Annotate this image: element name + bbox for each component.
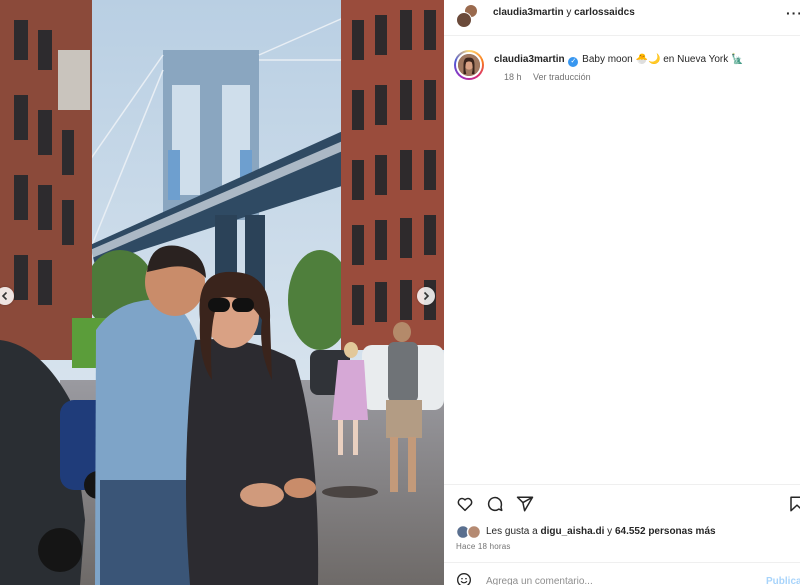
username-link[interactable]: claudia3martin xyxy=(493,7,564,18)
see-translation-link[interactable]: Ver traducción xyxy=(533,72,591,82)
caption-meta: 18 h Ver traducción xyxy=(504,72,591,82)
action-bar xyxy=(444,484,800,524)
verified-badge-icon: ✓ xyxy=(568,57,579,67)
chevron-left-icon xyxy=(1,291,8,301)
username-link[interactable]: carlossaidcs xyxy=(574,7,635,18)
caption: claudia3martin ✓ Baby moon 🐣🌙 en Nueva Y… xyxy=(454,50,794,90)
next-photo-arrow[interactable] xyxy=(417,287,435,305)
avatar-photo xyxy=(458,54,480,76)
caption-body: Baby moon 🐣🌙 en Nueva York 🗽 xyxy=(582,54,744,65)
connector-text: y xyxy=(563,7,575,18)
story-ring-avatar[interactable] xyxy=(454,50,484,80)
caption-text: claudia3martin ✓ Baby moon 🐣🌙 en Nueva Y… xyxy=(494,54,743,67)
likes-text: Les gusta a digu_aisha.di y 64.552 perso… xyxy=(486,526,716,537)
emoji-icon[interactable] xyxy=(456,572,472,585)
post-timestamp[interactable]: Hace 18 horas xyxy=(456,542,511,551)
post-photo[interactable] xyxy=(0,0,444,585)
likes-prefix: Les gusta a xyxy=(486,526,541,537)
collab-usernames: claudia3martin y carlossaidcs xyxy=(493,7,635,18)
comment-composer: Publicar xyxy=(444,562,800,585)
avatar xyxy=(456,52,482,78)
more-horizontal-icon[interactable]: ··· xyxy=(786,5,800,21)
comment-icon[interactable] xyxy=(486,495,504,513)
avatar xyxy=(455,524,482,540)
caption-username[interactable]: claudia3martin xyxy=(494,54,565,65)
liker-avatars xyxy=(455,524,484,540)
likes-middle: y xyxy=(604,526,615,537)
photo-couple-brooklyn-bridge xyxy=(0,0,444,585)
post-comment-button[interactable]: Publicar xyxy=(766,576,800,585)
caption-time: 18 h xyxy=(504,72,522,82)
comment-input[interactable] xyxy=(486,576,746,585)
chevron-right-icon xyxy=(423,291,430,301)
post-details-panel: claudia3martin y carlossaidcs ··· claudi… xyxy=(444,0,800,585)
share-icon[interactable] xyxy=(516,495,534,513)
likes-count[interactable]: 64.552 personas más xyxy=(615,526,716,537)
bookmark-icon[interactable] xyxy=(788,495,800,513)
collab-avatars[interactable] xyxy=(456,4,480,28)
post-header: claudia3martin y carlossaidcs ··· xyxy=(444,0,800,36)
avatar xyxy=(456,12,472,28)
liker-username[interactable]: digu_aisha.di xyxy=(540,526,604,537)
heart-icon[interactable] xyxy=(456,495,474,513)
